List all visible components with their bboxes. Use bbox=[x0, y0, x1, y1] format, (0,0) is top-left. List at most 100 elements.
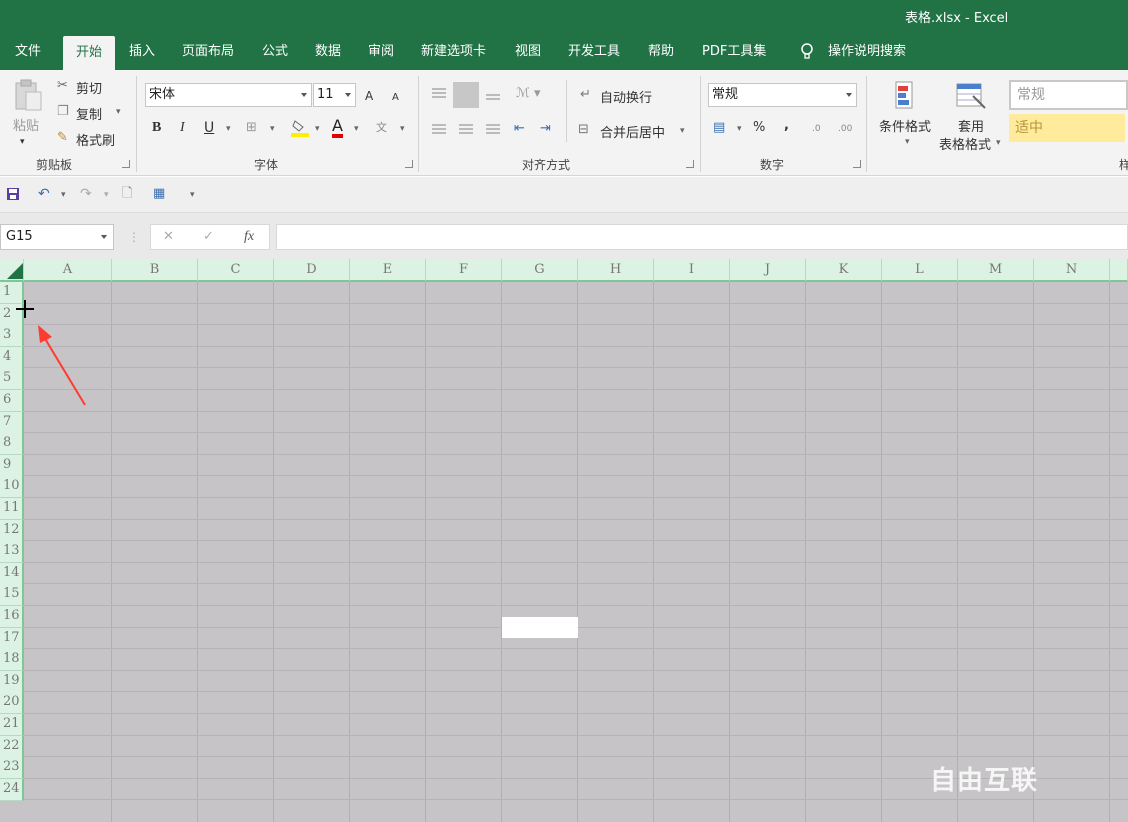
align-bottom-icon[interactable] bbox=[486, 94, 500, 96]
tab-view[interactable]: 视图 bbox=[515, 34, 541, 70]
formula-input[interactable] bbox=[276, 224, 1128, 250]
row-header-18[interactable]: 18 bbox=[0, 649, 24, 671]
decrease-decimal-icon[interactable]: .00 bbox=[838, 121, 852, 137]
paste-icon[interactable] bbox=[12, 78, 44, 112]
tab-review[interactable]: 审阅 bbox=[368, 34, 394, 70]
form-icon[interactable]: ▦ bbox=[153, 186, 165, 202]
column-header-j[interactable]: J bbox=[730, 259, 806, 282]
orientation-icon[interactable]: ℳ ▾ bbox=[516, 86, 541, 102]
select-all-corner[interactable] bbox=[0, 259, 24, 282]
row-header-11[interactable]: 11 bbox=[0, 498, 24, 520]
align-middle-icon[interactable] bbox=[453, 82, 479, 108]
style-normal[interactable]: 常规 bbox=[1009, 80, 1128, 110]
row-header-8[interactable]: 8 bbox=[0, 433, 24, 455]
column-header-h[interactable]: H bbox=[578, 259, 654, 282]
accounting-dropdown-icon[interactable]: ▾ bbox=[737, 121, 742, 137]
column-header-m[interactable]: M bbox=[958, 259, 1034, 282]
fill-color-icon[interactable] bbox=[290, 118, 310, 138]
comma-button[interactable]: , bbox=[784, 118, 789, 134]
row-header-17[interactable]: 17 bbox=[0, 628, 24, 650]
italic-button[interactable]: I bbox=[180, 120, 185, 136]
format-table-dropdown-icon[interactable]: ▾ bbox=[996, 135, 1001, 151]
increase-decimal-icon[interactable]: .0 bbox=[812, 121, 821, 137]
font-name-select[interactable]: 宋体 bbox=[145, 83, 312, 107]
column-header-b[interactable]: B bbox=[112, 259, 198, 282]
tab-developer[interactable]: 开发工具 bbox=[568, 34, 620, 70]
column-header-f[interactable]: F bbox=[426, 259, 502, 282]
font-color-button[interactable]: A bbox=[332, 118, 343, 138]
copy-button[interactable]: 复制 bbox=[76, 104, 102, 123]
percent-button[interactable]: % bbox=[753, 120, 765, 136]
row-header-21[interactable]: 21 bbox=[0, 714, 24, 736]
column-header-e[interactable]: E bbox=[350, 259, 426, 282]
name-box[interactable]: G15 bbox=[0, 224, 114, 250]
font-color-dropdown-icon[interactable]: ▾ bbox=[354, 121, 359, 137]
column-header-l[interactable]: L bbox=[882, 259, 958, 282]
insert-function-button[interactable]: fx bbox=[244, 229, 254, 245]
paste-button[interactable]: 粘贴 bbox=[13, 115, 39, 134]
underline-dropdown-icon[interactable]: ▾ bbox=[226, 121, 231, 137]
row-header-4[interactable]: 4 bbox=[0, 347, 24, 369]
align-right-icon[interactable] bbox=[486, 124, 500, 126]
number-format-select[interactable]: 常规 bbox=[708, 83, 857, 107]
row-header-9[interactable]: 9 bbox=[0, 455, 24, 477]
conditional-formatting-icon[interactable] bbox=[892, 80, 922, 112]
customize-qat-icon[interactable]: ▾ bbox=[190, 187, 195, 203]
print-preview-icon[interactable]: 🗋 bbox=[122, 186, 132, 202]
column-header-partial[interactable] bbox=[1110, 259, 1128, 282]
borders-icon[interactable]: ⊞ bbox=[246, 120, 257, 136]
format-as-table-label-1[interactable]: 套用 bbox=[958, 116, 984, 135]
format-as-table-label-2[interactable]: 表格格式 bbox=[939, 134, 991, 153]
copy-dropdown-icon[interactable]: ▾ bbox=[116, 104, 121, 120]
phonetic-dropdown-icon[interactable]: ▾ bbox=[400, 121, 405, 137]
worksheet-grid[interactable]: A B C D E F G H I J K L M N 1 2 3 4 5 6 7 8 9 10 11 12 13 14 15 16 17 1… bbox=[0, 259, 1128, 822]
font-launcher-icon[interactable] bbox=[405, 160, 413, 168]
style-neutral[interactable]: 适中 bbox=[1009, 114, 1125, 142]
align-top-icon[interactable] bbox=[432, 88, 446, 90]
alignment-launcher-icon[interactable] bbox=[686, 160, 694, 168]
tell-me-search[interactable]: 操作说明搜索 bbox=[828, 34, 906, 70]
underline-button[interactable]: U bbox=[204, 120, 214, 136]
row-header-16[interactable]: 16 bbox=[0, 606, 24, 628]
cancel-icon[interactable]: ✕ bbox=[163, 229, 174, 245]
undo-dropdown-icon[interactable]: ▾ bbox=[61, 187, 66, 203]
tab-new-tab[interactable]: 新建选项卡 bbox=[421, 34, 486, 70]
redo-icon[interactable]: ↷ bbox=[80, 186, 92, 202]
row-header-19[interactable]: 19 bbox=[0, 671, 24, 693]
tab-pdf-tools[interactable]: PDF工具集 bbox=[702, 34, 766, 70]
column-header-d[interactable]: D bbox=[274, 259, 350, 282]
row-header-10[interactable]: 10 bbox=[0, 476, 24, 498]
paste-dropdown-icon[interactable]: ▾ bbox=[20, 134, 25, 150]
increase-indent-icon[interactable]: ⇥ bbox=[540, 121, 551, 137]
number-launcher-icon[interactable] bbox=[853, 160, 861, 168]
bold-button[interactable]: B bbox=[152, 120, 161, 136]
conditional-formatting-button[interactable]: 条件格式 bbox=[879, 116, 931, 135]
row-header-6[interactable]: 6 bbox=[0, 390, 24, 412]
row-header-5[interactable]: 5 bbox=[0, 368, 24, 390]
column-header-c[interactable]: C bbox=[198, 259, 274, 282]
tab-data[interactable]: 数据 bbox=[315, 34, 341, 70]
undo-icon[interactable]: ↶ bbox=[38, 186, 50, 202]
column-header-i[interactable]: I bbox=[654, 259, 730, 282]
row-header-7[interactable]: 7 bbox=[0, 412, 24, 434]
merge-dropdown-icon[interactable]: ▾ bbox=[680, 123, 685, 139]
tab-insert[interactable]: 插入 bbox=[129, 34, 155, 70]
row-header-22[interactable]: 22 bbox=[0, 736, 24, 758]
row-header-14[interactable]: 14 bbox=[0, 563, 24, 585]
tab-file[interactable]: 文件 bbox=[15, 34, 41, 70]
cut-button[interactable]: 剪切 bbox=[76, 78, 102, 97]
row-header-12[interactable]: 12 bbox=[0, 520, 24, 542]
format-as-table-icon[interactable] bbox=[955, 80, 987, 112]
row-header-3[interactable]: 3 bbox=[0, 325, 24, 347]
conditional-dropdown-icon[interactable]: ▾ bbox=[905, 134, 910, 150]
fill-color-dropdown-icon[interactable]: ▾ bbox=[315, 121, 320, 137]
column-header-g[interactable]: G bbox=[502, 259, 578, 282]
decrease-indent-icon[interactable]: ⇤ bbox=[514, 121, 525, 137]
splitter-icon[interactable]: ⋮ bbox=[128, 229, 140, 245]
column-header-k[interactable]: K bbox=[806, 259, 882, 282]
tab-formulas[interactable]: 公式 bbox=[262, 34, 288, 70]
tab-page-layout[interactable]: 页面布局 bbox=[182, 34, 234, 70]
save-icon[interactable] bbox=[6, 187, 20, 201]
redo-dropdown-icon[interactable]: ▾ bbox=[104, 187, 109, 203]
clipboard-launcher-icon[interactable] bbox=[122, 160, 130, 168]
